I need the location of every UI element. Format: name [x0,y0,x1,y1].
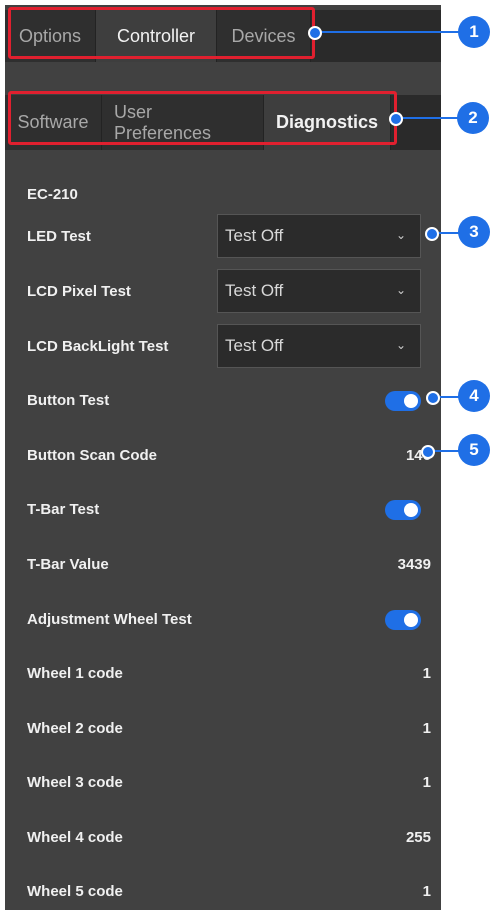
tbar-test-row: T-Bar Test [27,487,431,531]
wheel-3-value: 1 [422,773,431,791]
toggle-knob [404,613,418,627]
button-test-toggle[interactable] [385,391,421,411]
device-title: EC-210 [27,186,78,203]
button-test-label: Button Test [27,391,110,409]
wheel-2-label: Wheel 2 code [27,719,123,737]
callout-line-1 [315,31,463,33]
callout-badge-4: 4 [458,380,490,412]
led-test-value: Test Off [225,226,284,245]
lcd-pixel-test-row: LCD Pixel Test Test Off ⌄ [27,269,431,313]
tbar-test-toggle[interactable] [385,500,421,520]
lcd-backlight-test-row: LCD BackLight Test Test Off ⌄ [27,324,431,368]
tbar-test-label: T-Bar Test [27,500,100,518]
wheel-4-value: 255 [405,828,431,846]
button-test-row: Button Test [27,378,431,422]
subtab-bar-highlight [8,91,397,145]
tbar-value-value: 3439 [397,555,431,573]
adjustment-wheel-test-label: Adjustment Wheel Test [27,610,192,628]
lcd-pixel-test-value: Test Off [225,281,284,300]
button-scan-code-label: Button Scan Code [27,446,157,464]
button-scan-code-row: Button Scan Code 146 [27,433,431,477]
tbar-value-row: T-Bar Value 3439 [27,542,431,586]
adjustment-wheel-test-toggle[interactable] [385,610,421,630]
callout-dot-1 [308,26,322,40]
chevron-down-icon: ⌄ [395,228,406,242]
tbar-value-label: T-Bar Value [27,555,109,573]
callout-dot-5 [421,445,435,459]
tab-bar-highlight [8,7,315,59]
callout-badge-5: 5 [458,434,490,466]
callout-badge-1: 1 [458,16,490,48]
wheel-5-row: Wheel 5 code 1 [27,869,431,913]
lcd-backlight-test-select[interactable]: Test Off ⌄ [217,324,421,368]
wheel-3-row: Wheel 3 code 1 [27,760,431,804]
callout-badge-2: 2 [457,102,489,134]
wheel-4-label: Wheel 4 code [27,828,123,846]
callout-dot-3 [425,227,439,241]
chevron-down-icon: ⌄ [395,283,406,297]
led-test-select[interactable]: Test Off ⌄ [217,214,421,258]
wheel-1-value: 1 [422,664,431,682]
toggle-knob [404,394,418,408]
callout-dot-2 [389,112,403,126]
toggle-knob [404,503,418,517]
wheel-3-label: Wheel 3 code [27,773,123,791]
callout-dot-4 [426,391,440,405]
lcd-backlight-test-value: Test Off [225,336,284,355]
wheel-5-label: Wheel 5 code [27,882,123,900]
wheel-1-row: Wheel 1 code 1 [27,651,431,695]
callout-line-2 [396,117,462,119]
callout-badge-3: 3 [458,216,490,248]
wheel-1-label: Wheel 1 code [27,664,123,682]
wheel-2-row: Wheel 2 code 1 [27,706,431,750]
chevron-down-icon: ⌄ [395,338,406,352]
led-test-row: LED Test Test Off ⌄ [27,214,431,258]
lcd-pixel-test-select[interactable]: Test Off ⌄ [217,269,421,313]
wheel-4-row: Wheel 4 code 255 [27,815,431,859]
wheel-2-value: 1 [422,719,431,737]
adjustment-wheel-test-row: Adjustment Wheel Test [27,597,431,641]
wheel-5-value: 1 [422,882,431,900]
